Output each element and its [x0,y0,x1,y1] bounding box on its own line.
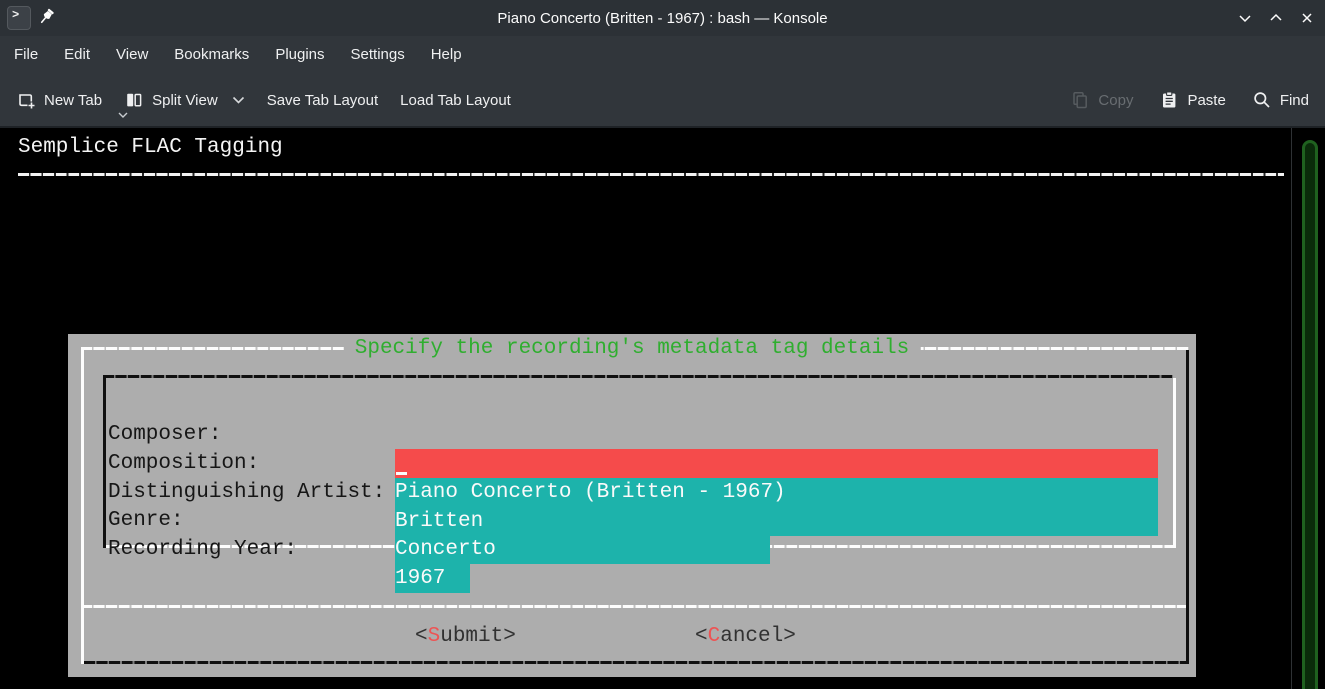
konsole-app-icon[interactable]: > [7,6,31,30]
find-button[interactable]: Find [1252,90,1309,110]
heading-underline [18,173,1284,176]
close-button[interactable] [1299,10,1315,26]
menu-settings[interactable]: Settings [351,36,405,74]
form-row-distinguishing-artist: Distinguishing Artist: Britten [68,449,169,478]
split-view-label: Split View [152,92,218,109]
save-tab-layout-button[interactable]: Save Tab Layout [267,92,378,109]
menu-file[interactable]: File [14,36,38,74]
menubar: File Edit View Bookmarks Plugins Setting… [0,36,1325,74]
scrollbar-thumb[interactable] [1302,140,1318,689]
text-cursor [396,472,407,475]
dialog-border-bottom [84,661,1189,664]
genre-field[interactable]: Concerto [395,535,770,564]
dialog-border-right [1186,350,1189,664]
distinguishing-artist-field[interactable]: Britten [395,507,1158,536]
new-tab-caret-icon [118,112,128,119]
toolbar: New Tab Split View Save Tab Layout Load … [0,74,1325,128]
maximize-button[interactable] [1268,10,1284,26]
copy-icon [1070,90,1090,110]
split-view-icon [124,90,144,110]
new-tab-label: New Tab [44,92,102,109]
copy-button[interactable]: Copy [1070,90,1133,110]
form-row-composition: Composition: Piano Concerto (Britten - 1… [68,420,169,449]
pin-icon[interactable] [38,8,56,28]
form-row-recording-year: Recording Year: 1967 [68,506,169,535]
composer-field[interactable] [395,449,1158,478]
metadata-form-dialog: Specify the recording's metadata tag det… [68,334,1196,677]
find-label: Find [1280,92,1309,109]
terminal-heading: Semplice FLAC Tagging [18,133,283,162]
recording-year-label: Recording Year: [108,535,297,564]
button-separator-line [81,605,1186,608]
menu-plugins[interactable]: Plugins [275,36,324,74]
menu-help[interactable]: Help [431,36,462,74]
split-view-button[interactable]: Split View [124,90,245,110]
menu-edit[interactable]: Edit [64,36,90,74]
cancel-hotkey: C [708,625,721,648]
titlebar: > Piano Concerto (Britten - 1967) : bash… [0,0,1325,36]
minimize-button[interactable] [1237,10,1253,26]
search-icon [1252,90,1272,110]
terminal-view[interactable]: Semplice FLAC Tagging Specify the record… [0,128,1325,689]
cancel-button[interactable]: <Cancel> [695,622,796,651]
new-tab-button[interactable]: New Tab [16,90,102,110]
menu-bookmarks[interactable]: Bookmarks [174,36,249,74]
form-box-border-right [1173,378,1176,548]
paste-button[interactable]: Paste [1159,90,1225,110]
dialog-title: Specify the recording's metadata tag det… [344,334,921,363]
menu-view[interactable]: View [116,36,148,74]
form-box-border-top [103,375,1173,378]
konsole-window: > Piano Concerto (Britten - 1967) : bash… [0,0,1325,689]
composition-field[interactable]: Piano Concerto (Britten - 1967) [395,478,1158,507]
paste-label: Paste [1187,92,1225,109]
load-tab-layout-label: Load Tab Layout [400,92,511,109]
scrollbar-track-divider [1291,128,1292,689]
paste-icon [1159,90,1179,110]
load-tab-layout-button[interactable]: Load Tab Layout [400,92,511,109]
form-row-genre: Genre: Concerto [68,477,169,506]
submit-hotkey: S [428,625,441,648]
chevron-down-icon [232,96,245,105]
copy-label: Copy [1098,92,1133,109]
window-title: Piano Concerto (Britten - 1967) : bash —… [0,10,1325,27]
new-tab-icon [16,90,36,110]
submit-button[interactable]: <Submit> [415,622,516,651]
save-tab-layout-label: Save Tab Layout [267,92,378,109]
form-row-composer: Composer: [68,391,169,420]
recording-year-field[interactable]: 1967 [395,564,470,593]
